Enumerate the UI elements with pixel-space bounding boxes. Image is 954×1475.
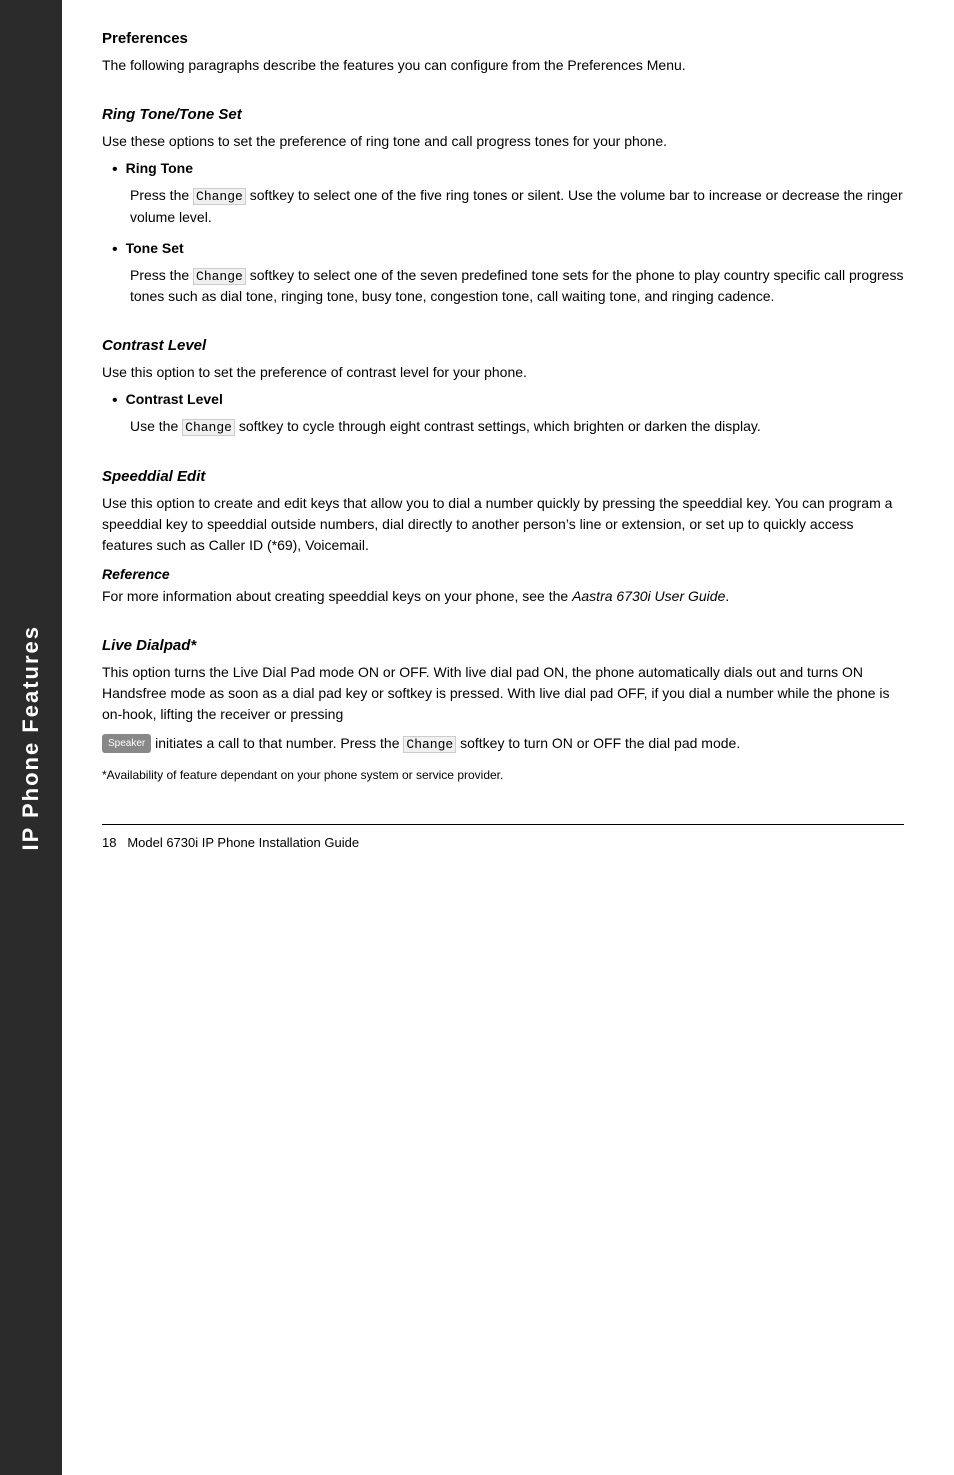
footer: 18 Model 6730i IP Phone Installation Gui… [102,824,904,850]
section-ring-tone: Ring Tone/Tone Set Use these options to … [102,106,904,307]
bullet-ring-tone-desc: Press the Change softkey to select one o… [130,185,904,228]
change-softkey-1: Change [193,188,246,205]
section-contrast-para: Use this option to set the preference of… [102,362,904,383]
section-speeddial: Speeddial Edit Use this option to create… [102,468,904,607]
section-preferences-title: Preferences [102,30,904,47]
section-contrast-level: Contrast Level Use this option to set th… [102,337,904,438]
section-live-dialpad: Live Dialpad* This option turns the Live… [102,637,904,785]
bullet-icon-tone-set: • [112,241,118,259]
bullet-icon-contrast: • [112,392,118,410]
section-speeddial-para: Use this option to create and edit keys … [102,493,904,556]
section-ring-tone-para: Use these options to set the preference … [102,131,904,152]
change-softkey-2: Change [193,268,246,285]
section-preferences: Preferences The following paragraphs des… [102,30,904,76]
bullet-tone-set: • Tone Set [112,240,904,259]
sidebar: IP Phone Features [0,0,62,1475]
reference-block: Reference For more information about cre… [102,566,904,607]
section-live-dialpad-para2: Speaker initiates a call to that number.… [102,733,904,755]
bullet-tone-set-desc: Press the Change softkey to select one o… [130,265,904,308]
reference-label: Reference [102,566,904,582]
section-live-dialpad-title: Live Dialpad* [102,637,904,654]
bullet-tone-set-label: Tone Set [126,240,184,256]
bullet-ring-tone: • Ring Tone [112,160,904,179]
speaker-button: Speaker [102,734,151,753]
bullet-contrast: • Contrast Level [112,391,904,410]
footnote: *Availability of feature dependant on yo… [102,766,904,784]
change-softkey-3: Change [182,419,235,436]
bullet-contrast-desc: Use the Change softkey to cycle through … [130,416,904,438]
section-speeddial-title: Speeddial Edit [102,468,904,485]
section-contrast-title: Contrast Level [102,337,904,354]
reference-text: For more information about creating spee… [102,586,904,607]
bullet-ring-tone-label: Ring Tone [126,160,193,176]
main-content: Preferences The following paragraphs des… [62,0,954,900]
bullet-icon-ring-tone: • [112,161,118,179]
footer-title: Model 6730i IP Phone Installation Guide [127,835,359,850]
sidebar-label: IP Phone Features [18,625,44,851]
change-softkey-4: Change [403,736,456,753]
section-ring-tone-title: Ring Tone/Tone Set [102,106,904,123]
section-live-dialpad-para: This option turns the Live Dial Pad mode… [102,662,904,725]
reference-italic: Aastra 6730i User Guide [572,588,725,604]
bullet-contrast-label: Contrast Level [126,391,223,407]
section-preferences-para: The following paragraphs describe the fe… [102,55,904,76]
footer-page-number: 18 [102,835,116,850]
